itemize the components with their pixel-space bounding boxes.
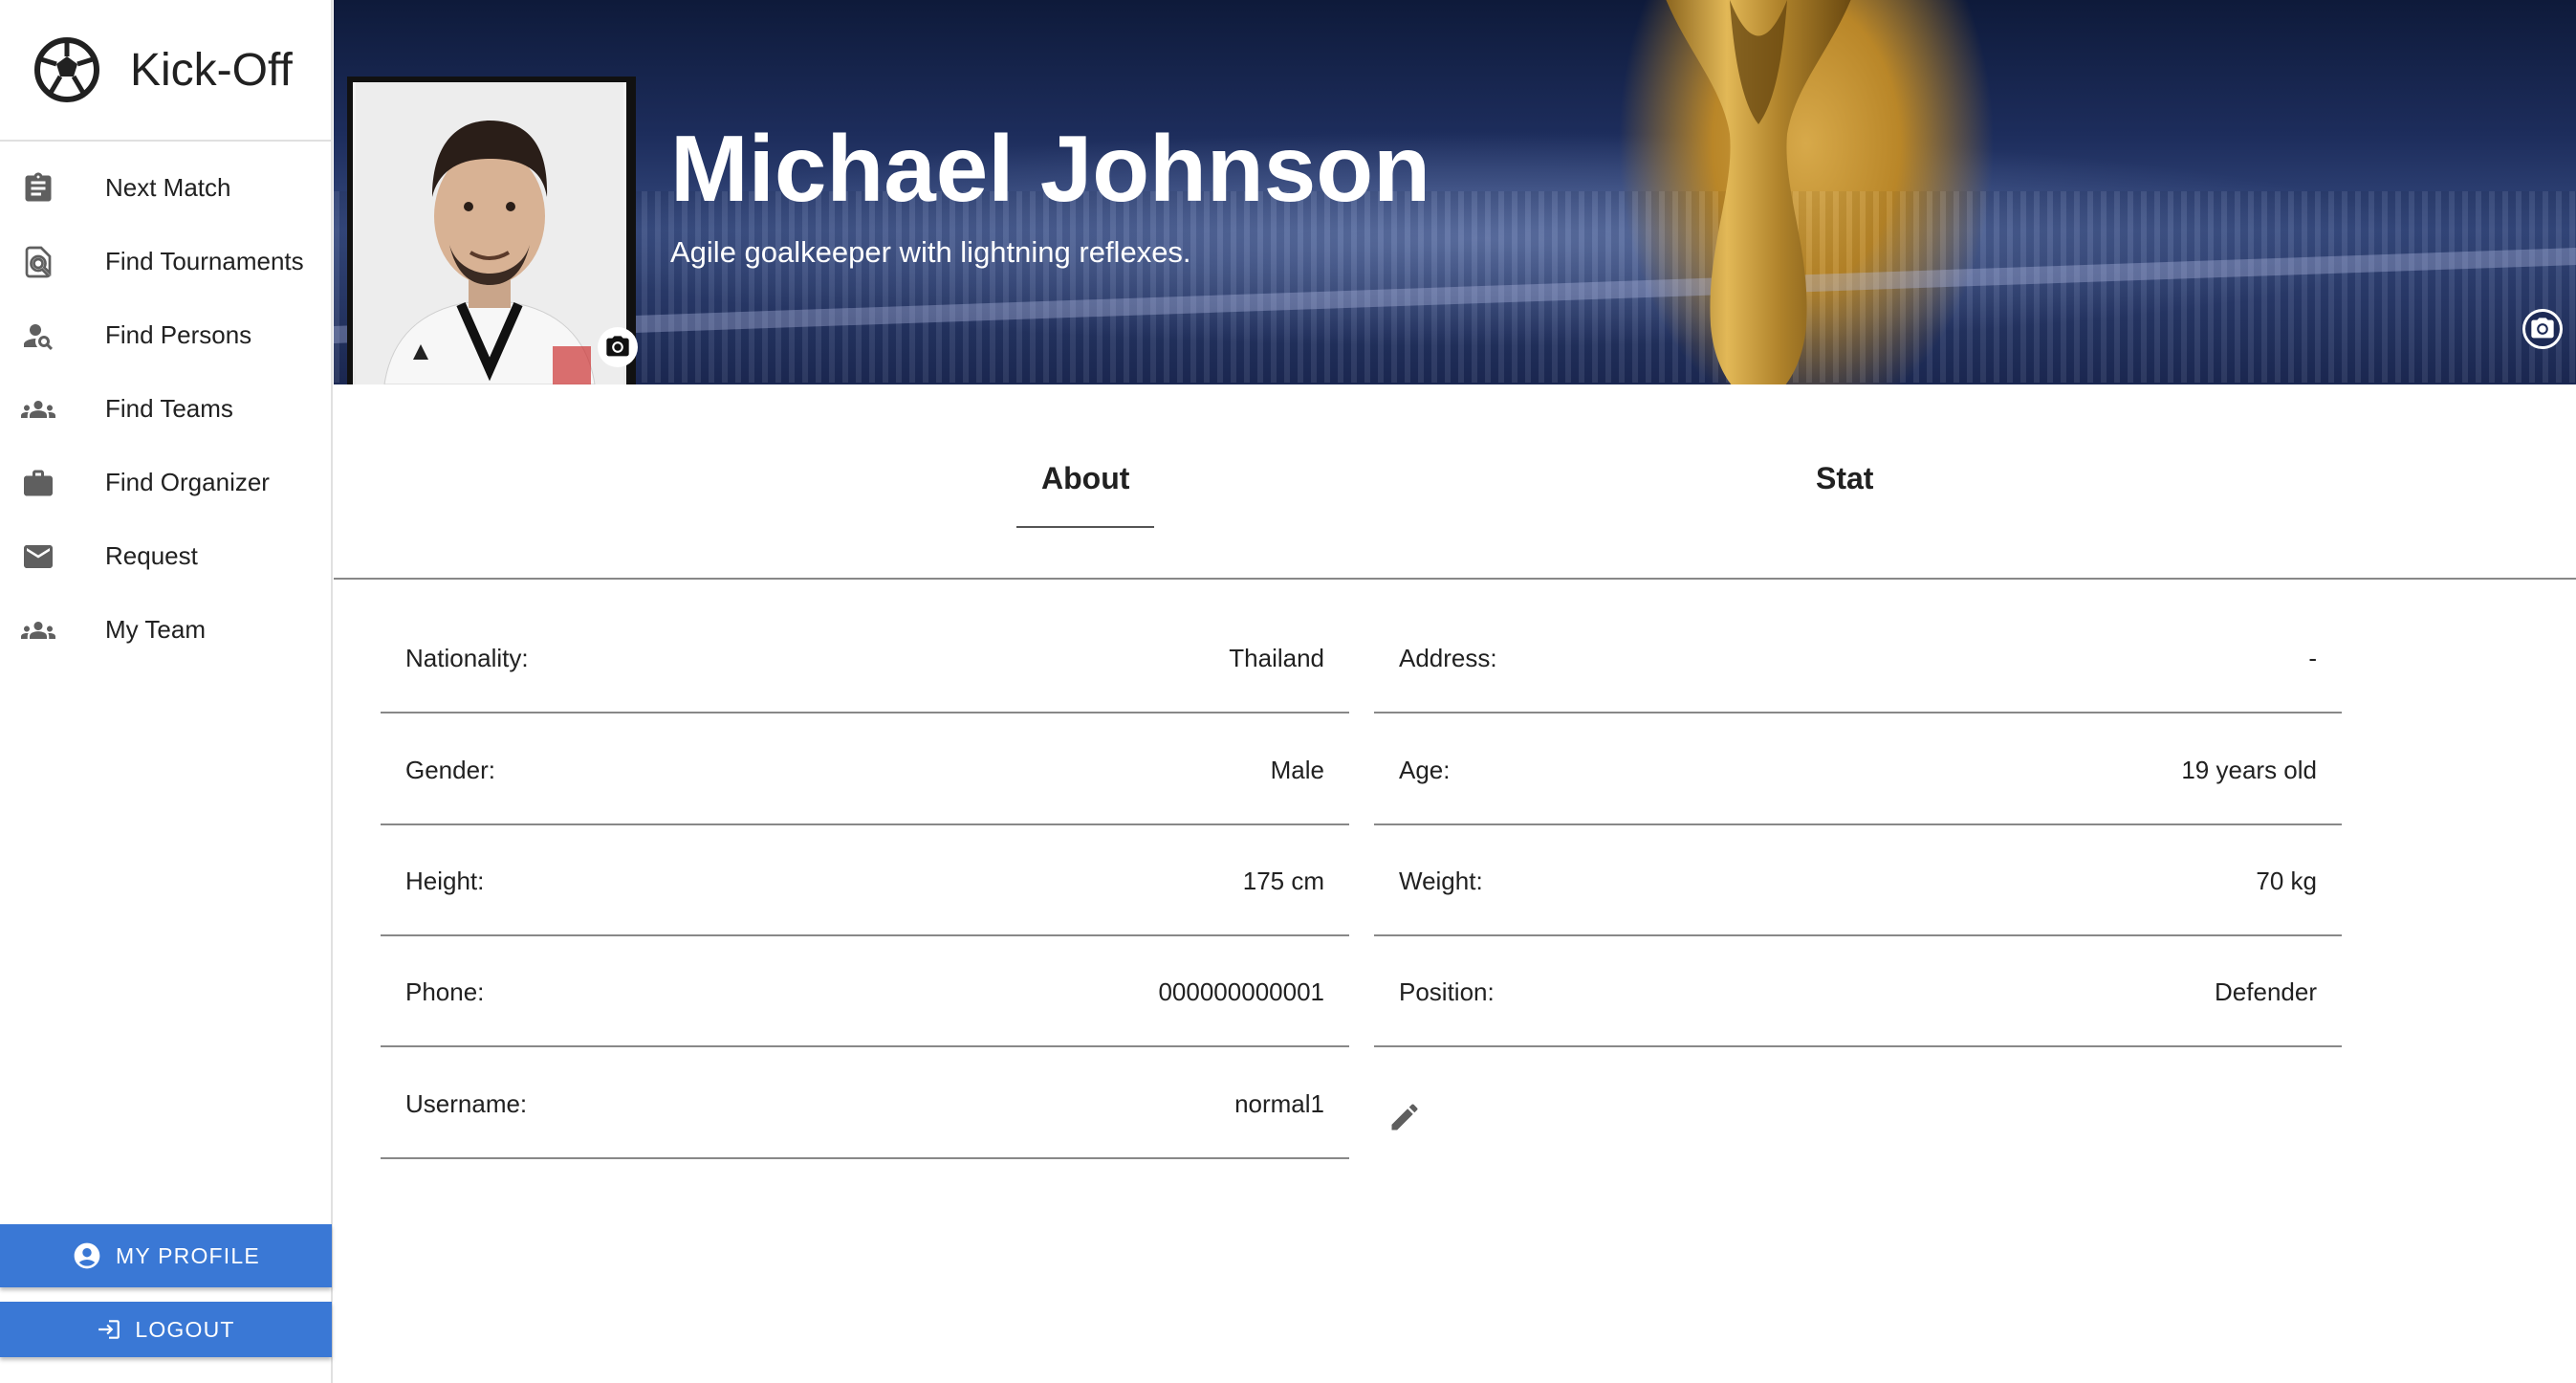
sidebar-item-next-match[interactable]: Next Match bbox=[0, 151, 331, 225]
my-profile-label: MY PROFILE bbox=[116, 1242, 260, 1268]
groups-icon bbox=[19, 390, 57, 428]
sidebar: Kick-Off Next Match Find Tournaments Fin… bbox=[0, 0, 333, 1383]
avatar bbox=[353, 82, 626, 384]
camera-icon bbox=[606, 336, 629, 357]
field-label: Gender: bbox=[405, 756, 495, 784]
camera-icon bbox=[2531, 318, 2554, 339]
player-photo bbox=[356, 82, 623, 384]
field-value: normal1 bbox=[1234, 1089, 1324, 1118]
field-value: Defender bbox=[2215, 977, 2317, 1006]
tab-about[interactable]: About bbox=[1041, 461, 1129, 496]
sidebar-item-label: My Team bbox=[105, 615, 206, 644]
account-circle-icon bbox=[74, 1242, 100, 1269]
field-label: Phone: bbox=[405, 977, 485, 1006]
people-icon bbox=[19, 611, 57, 649]
profile-bio: Agile goalkeeper with lightning reflexes… bbox=[670, 235, 1191, 269]
sidebar-item-find-tournaments[interactable]: Find Tournaments bbox=[0, 225, 331, 298]
sidebar-item-label: Find Tournaments bbox=[105, 247, 304, 275]
tab-stat[interactable]: Stat bbox=[1816, 461, 1873, 496]
age-field: Age: 19 years old bbox=[1374, 714, 2342, 825]
sidebar-item-label: Find Organizer bbox=[105, 468, 270, 496]
app-title: Kick-Off bbox=[130, 44, 293, 96]
field-value: Thailand bbox=[1229, 644, 1324, 672]
avatar-frame bbox=[347, 77, 638, 384]
field-label: Address: bbox=[1399, 644, 1497, 672]
position-field: Position: Defender bbox=[1374, 936, 2342, 1047]
field-label: Nationality: bbox=[405, 644, 529, 672]
sidebar-item-label: Request bbox=[105, 541, 198, 570]
phone-field: Phone: 000000000001 bbox=[381, 936, 1349, 1047]
field-value: Male bbox=[1270, 756, 1324, 784]
sidebar-item-my-team[interactable]: My Team bbox=[0, 593, 331, 667]
field-label: Age: bbox=[1399, 756, 1451, 784]
my-profile-button[interactable]: MY PROFILE bbox=[0, 1224, 332, 1287]
field-value: 70 kg bbox=[2256, 867, 2317, 895]
banner-camera-button[interactable] bbox=[2522, 309, 2563, 349]
mail-icon bbox=[19, 538, 57, 576]
nationality-field: Nationality: Thailand bbox=[381, 603, 1349, 713]
logout-label: LOGOUT bbox=[135, 1316, 235, 1342]
field-label: Username: bbox=[405, 1089, 528, 1118]
username-field: Username: normal1 bbox=[381, 1048, 1349, 1159]
avatar-camera-button[interactable] bbox=[598, 327, 638, 367]
sidebar-item-label: Find Persons bbox=[105, 320, 252, 349]
app-root: Kick-Off Next Match Find Tournaments Fin… bbox=[0, 0, 2576, 1383]
edit-profile-button[interactable] bbox=[1387, 1100, 1422, 1134]
field-label: Position: bbox=[1399, 977, 1495, 1006]
address-field: Address: - bbox=[1374, 603, 2342, 713]
pencil-icon bbox=[1391, 1104, 1418, 1131]
logout-button[interactable]: LOGOUT bbox=[0, 1302, 332, 1357]
field-value: - bbox=[2308, 644, 2317, 672]
field-label: Height: bbox=[405, 867, 485, 895]
field-value: 175 cm bbox=[1242, 867, 1324, 895]
brand-header[interactable]: Kick-Off bbox=[0, 0, 331, 142]
height-field: Height: 175 cm bbox=[381, 825, 1349, 936]
sidebar-item-request[interactable]: Request bbox=[0, 519, 331, 593]
soccer-ball-icon bbox=[34, 37, 99, 102]
sidebar-item-label: Find Teams bbox=[105, 394, 233, 423]
active-tab-indicator bbox=[1016, 526, 1154, 528]
sidebar-nav: Next Match Find Tournaments Find Persons… bbox=[0, 142, 331, 667]
profile-tabs: About Stat bbox=[334, 384, 2576, 580]
field-label: Weight: bbox=[1399, 867, 1483, 895]
sidebar-item-find-persons[interactable]: Find Persons bbox=[0, 298, 331, 372]
weight-field: Weight: 70 kg bbox=[1374, 825, 2342, 936]
profile-name: Michael Johnson bbox=[670, 116, 1431, 221]
sidebar-item-find-teams[interactable]: Find Teams bbox=[0, 372, 331, 446]
profile-banner: Michael Johnson Agile goalkeeper with li… bbox=[334, 0, 2576, 384]
gender-field: Gender: Male bbox=[381, 714, 1349, 825]
sidebar-item-label: Next Match bbox=[105, 173, 231, 202]
clipboard-icon bbox=[19, 169, 57, 208]
find-in-page-icon bbox=[19, 243, 57, 281]
trophy-image bbox=[1666, 0, 1851, 384]
field-value: 19 years old bbox=[2181, 756, 2317, 784]
briefcase-icon bbox=[19, 464, 57, 502]
person-search-icon bbox=[19, 317, 57, 355]
sidebar-item-find-organizer[interactable]: Find Organizer bbox=[0, 446, 331, 519]
field-value: 000000000001 bbox=[1158, 977, 1324, 1006]
logout-icon bbox=[98, 1320, 120, 1339]
